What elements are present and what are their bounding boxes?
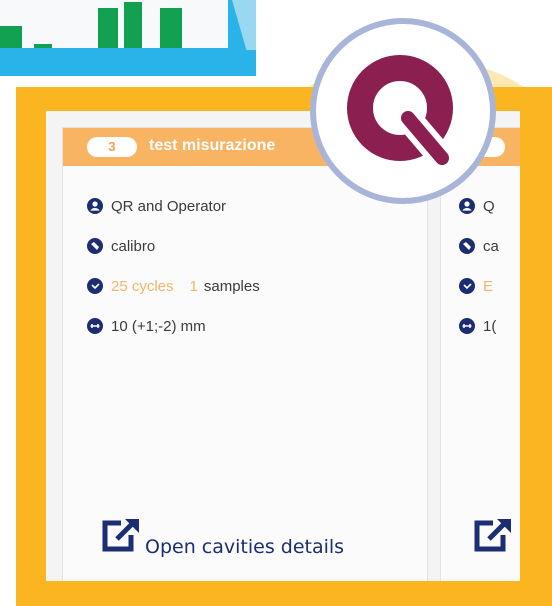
external-link-icon: [99, 515, 143, 560]
q-logo-icon: [310, 18, 496, 204]
external-link-icon: [471, 515, 515, 560]
caliper-icon: [87, 238, 103, 254]
tolerance-text: 1(: [483, 317, 497, 335]
frame-corner-decoration: [232, 0, 256, 50]
clock-icon: [87, 278, 103, 294]
cycles-text: E: [483, 277, 494, 295]
tool-text: calibro: [111, 237, 156, 255]
tolerance-row: 10 (+1;-2) mm: [87, 316, 260, 336]
chart-bar: [0, 26, 22, 48]
operator-text: QR and Operator: [111, 197, 227, 215]
chart-bar: [34, 44, 52, 48]
tool-row: ca: [459, 236, 499, 256]
top-screenshot-frame: [0, 0, 256, 76]
samples-label: samples: [203, 277, 260, 295]
tool-row: calibro: [87, 236, 260, 256]
open-cavities-link[interactable]: Open cavities details: [99, 515, 344, 560]
samples-count: 1: [189, 277, 198, 295]
ruler-icon: [459, 318, 475, 334]
measurement-card[interactable]: 4 Q ca E: [440, 127, 520, 581]
operator-text: Q: [483, 197, 495, 215]
operator-row: Q: [459, 196, 499, 216]
tool-text: ca: [483, 237, 499, 255]
tolerance-text: 10 (+1;-2) mm: [111, 317, 206, 335]
open-cavities-link[interactable]: [471, 515, 515, 560]
caliper-icon: [459, 238, 475, 254]
card-number-badge: 3: [87, 137, 137, 157]
user-circle-icon: [459, 198, 475, 214]
open-cavities-label: Open cavities details: [145, 536, 345, 558]
clock-icon: [459, 278, 475, 294]
top-chart-area: [0, 0, 228, 48]
operator-row: QR and Operator: [87, 196, 260, 216]
cycles-text: 25 cycles: [111, 277, 174, 295]
tolerance-row: 1(: [459, 316, 499, 336]
ruler-icon: [87, 318, 103, 334]
chart-bar: [98, 8, 118, 48]
chart-bar: [160, 8, 182, 48]
user-circle-icon: [87, 198, 103, 214]
chart-bar: [124, 2, 142, 48]
card-title: test misurazione: [149, 137, 276, 154]
cycles-row: E: [459, 276, 499, 296]
cycles-row: 25 cycles 1 samples: [87, 276, 260, 296]
